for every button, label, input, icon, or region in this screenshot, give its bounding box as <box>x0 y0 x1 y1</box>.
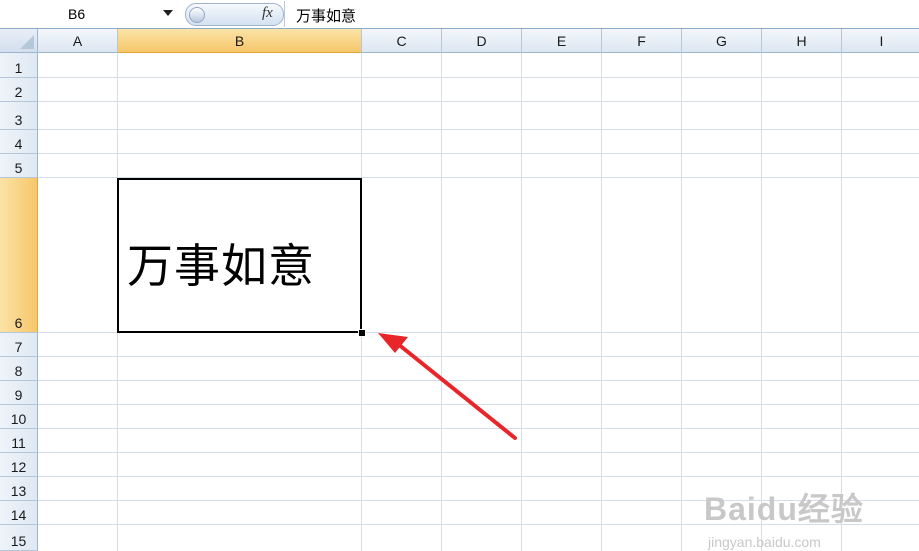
annotation-arrow-icon <box>378 333 517 440</box>
arrow-shaft <box>396 342 517 440</box>
